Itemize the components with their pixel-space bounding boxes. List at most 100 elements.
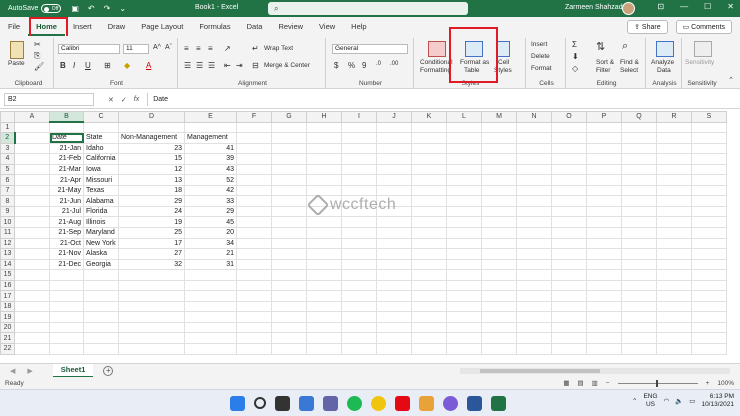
cell[interactable] [586, 184, 622, 197]
excel-icon[interactable] [491, 396, 506, 411]
cell[interactable] [184, 269, 237, 281]
cut-icon[interactable]: ✂ [34, 40, 41, 49]
cell[interactable] [516, 279, 552, 292]
cell[interactable] [621, 290, 657, 302]
cell[interactable] [516, 163, 552, 176]
autosum-icon[interactable]: Σ [572, 40, 577, 49]
select-all-corner[interactable] [0, 111, 15, 123]
normal-view-icon[interactable]: ▦ [563, 379, 569, 387]
cell[interactable] [341, 121, 377, 134]
close-icon[interactable]: ✕ [727, 2, 734, 11]
cell[interactable]: 21 [184, 248, 237, 260]
cell[interactable] [341, 290, 377, 302]
cell[interactable] [586, 205, 622, 218]
cancel-icon[interactable]: ✕ [108, 96, 114, 104]
format-cells-button[interactable]: Format [531, 65, 552, 72]
cell[interactable] [516, 332, 552, 345]
cell[interactable] [586, 227, 622, 239]
cell[interactable] [83, 290, 119, 302]
cell[interactable] [306, 163, 342, 176]
cell[interactable] [236, 184, 272, 197]
cell[interactable] [376, 332, 412, 345]
row-header[interactable]: 11 [0, 227, 15, 239]
delete-cells-button[interactable]: Delete [531, 53, 550, 60]
save-icon[interactable]: ▣ [71, 4, 79, 13]
font-color-icon[interactable]: A [146, 61, 151, 70]
cell[interactable] [271, 279, 307, 292]
column-header[interactable]: O [551, 111, 587, 123]
cell[interactable] [691, 279, 727, 292]
cell[interactable] [481, 184, 517, 197]
cell[interactable]: 21-Jul [49, 205, 84, 218]
cell[interactable] [83, 343, 119, 355]
zoom-level[interactable]: 100% [717, 380, 734, 387]
row-header[interactable]: 18 [0, 300, 15, 313]
orientation-icon[interactable]: ↗ [224, 44, 231, 53]
paste-icon[interactable] [10, 41, 24, 59]
cell[interactable] [551, 343, 587, 355]
cell[interactable] [306, 216, 342, 228]
conditional-formatting-label-1[interactable]: Conditional [420, 59, 453, 66]
cell[interactable] [236, 153, 272, 165]
cell[interactable] [83, 300, 119, 313]
cell[interactable]: Management [184, 132, 237, 144]
bold-icon[interactable]: B [60, 61, 66, 70]
cell[interactable] [83, 311, 119, 323]
cell[interactable] [446, 248, 482, 260]
cell[interactable] [446, 279, 482, 292]
cell[interactable] [306, 132, 342, 144]
cell[interactable] [446, 163, 482, 176]
cell[interactable] [14, 174, 50, 186]
sort-filter-label-1[interactable]: Sort & [596, 59, 614, 66]
cell[interactable] [551, 332, 587, 345]
clear-icon[interactable]: ◇ [572, 64, 578, 73]
format-painter-icon[interactable]: 🖌 [34, 62, 44, 71]
cell[interactable]: 21-Aug [49, 216, 84, 228]
cell[interactable] [306, 248, 342, 260]
cell[interactable] [236, 227, 272, 239]
cell[interactable] [516, 195, 552, 207]
insert-function-icon[interactable]: fx [134, 96, 139, 104]
cell[interactable] [656, 269, 692, 281]
cell[interactable] [49, 311, 84, 323]
paste-label[interactable]: Paste [8, 60, 25, 67]
cell[interactable] [376, 121, 412, 134]
tab-data[interactable]: Data [239, 17, 271, 36]
cell[interactable]: 45 [184, 216, 237, 228]
cell[interactable] [411, 321, 447, 334]
cell[interactable] [376, 321, 412, 334]
cell[interactable] [411, 269, 447, 281]
cell[interactable] [621, 216, 657, 228]
cell[interactable]: 19 [118, 216, 185, 228]
cell[interactable] [446, 269, 482, 281]
cell[interactable] [446, 132, 482, 144]
cell[interactable] [691, 121, 727, 134]
cell[interactable] [14, 227, 50, 239]
minimize-icon[interactable]: — [680, 2, 688, 11]
comma-icon[interactable]: 9 [362, 61, 366, 70]
cell[interactable] [376, 279, 412, 292]
row-header[interactable]: 12 [0, 237, 15, 250]
cell[interactable] [481, 216, 517, 228]
start-icon[interactable] [230, 396, 245, 411]
tab-draw[interactable]: Draw [100, 17, 134, 36]
cell[interactable] [481, 132, 517, 144]
cell[interactable] [341, 279, 377, 292]
cell[interactable] [621, 248, 657, 260]
cell[interactable] [691, 132, 727, 144]
tab-formulas[interactable]: Formulas [191, 17, 238, 36]
percent-icon[interactable]: % [348, 61, 355, 70]
row-header[interactable]: 6 [0, 174, 15, 186]
cell[interactable] [446, 174, 482, 186]
cell[interactable] [516, 343, 552, 355]
italic-icon[interactable]: I [73, 61, 75, 70]
cell[interactable] [411, 195, 447, 207]
cell[interactable] [516, 258, 552, 271]
cell[interactable] [481, 332, 517, 345]
cell[interactable] [271, 142, 307, 155]
cell[interactable] [656, 121, 692, 134]
cell[interactable] [446, 321, 482, 334]
align-center-icon[interactable]: ☰ [196, 61, 203, 70]
cell[interactable] [621, 321, 657, 334]
sensitivity-icon[interactable] [694, 41, 712, 57]
